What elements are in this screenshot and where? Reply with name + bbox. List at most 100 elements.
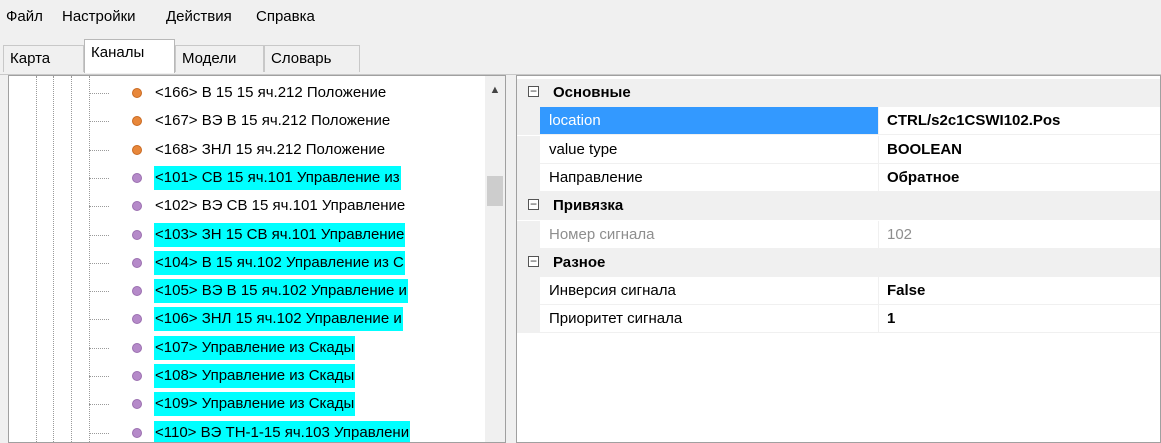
property-gutter xyxy=(517,220,540,249)
property-value-cell[interactable]: Обратное xyxy=(879,164,1160,192)
tree-item-label[interactable]: <102> ВЭ СВ 15 яч.101 Управление xyxy=(154,194,406,218)
tree-item-label[interactable]: <106> ЗНЛ 15 яч.102 Управление и xyxy=(154,307,403,332)
property-row[interactable]: Приоритет сигнала 1 xyxy=(517,305,1160,334)
property-row[interactable]: value type BOOLEAN xyxy=(517,135,1160,164)
orange-circle-icon xyxy=(132,116,142,127)
tree-connector xyxy=(89,262,109,264)
tree-connector xyxy=(89,347,109,349)
property-value: Обратное xyxy=(887,168,960,186)
tree-connector xyxy=(89,404,109,406)
tab-channels-label: Каналы xyxy=(91,44,145,61)
tree-item[interactable]: <102> ВЭ СВ 15 яч.101 Управление xyxy=(9,192,489,220)
tree-item-label[interactable]: <168> ЗНЛ 15 яч.212 Положение xyxy=(154,138,386,162)
orange-circle-icon xyxy=(132,88,142,98)
property-value-cell[interactable]: CTRL/s2c1CSWI102.Pos xyxy=(879,107,1160,136)
tab-map[interactable]: Карта xyxy=(3,45,84,72)
tree-item-label[interactable]: <105> ВЭ В 15 яч.102 Управление и xyxy=(154,279,408,304)
property-gutter xyxy=(517,107,540,136)
property-row[interactable]: Направление Обратное xyxy=(517,163,1160,192)
menu-settings[interactable]: Настройки xyxy=(62,8,136,25)
property-name-cell[interactable]: Приоритет сигнала xyxy=(540,305,879,334)
scroll-up-arrow-icon[interactable]: ▲ xyxy=(489,84,501,96)
property-row[interactable]: location CTRL/s2c1CSWI102.Pos xyxy=(517,107,1160,136)
property-value: 102 xyxy=(887,225,913,243)
property-name: location xyxy=(549,112,601,130)
property-value-cell[interactable]: False xyxy=(879,277,1160,306)
property-name-cell[interactable]: Инверсия сигнала xyxy=(540,277,879,306)
tree-item-label[interactable]: <107> Управление из Скады xyxy=(154,335,356,360)
channel-tree[interactable]: <166> В 15 15 яч.212 Положение <167> ВЭ В… xyxy=(8,75,506,443)
property-name: Направление xyxy=(549,168,643,186)
property-category: − Привязка xyxy=(517,192,1160,221)
purple-circle-icon xyxy=(132,314,142,325)
property-grid: − Основные location CTRL/s2c1CSWI102.Pos val… xyxy=(516,75,1161,443)
property-value: False xyxy=(887,282,926,300)
tree-item[interactable]: <166> В 15 15 яч.212 Положение xyxy=(9,79,489,107)
property-name-cell[interactable]: value type xyxy=(540,135,879,164)
tree-item[interactable]: <106> ЗНЛ 15 яч.102 Управление и xyxy=(9,305,489,333)
tree-item[interactable]: <101> СВ 15 яч.101 Управление из xyxy=(9,164,489,192)
tree-item-label[interactable]: <109> Управление из Скады xyxy=(154,392,356,417)
tree-item-label[interactable]: <101> СВ 15 яч.101 Управление из xyxy=(154,165,401,190)
property-value-cell[interactable]: 1 xyxy=(879,305,1160,334)
property-value-cell[interactable]: BOOLEAN xyxy=(879,136,1160,164)
menu-help[interactable]: Справка xyxy=(256,8,315,25)
tree-item[interactable]: <107> Управление из Скады xyxy=(9,334,489,362)
tab-strip: Карта Каналы Модели Словарь xyxy=(0,34,1161,75)
tab-channels[interactable]: Каналы xyxy=(84,39,175,73)
tree-connector xyxy=(89,319,109,321)
tab-dictionary-label: Словарь xyxy=(271,50,332,67)
scroll-thumb[interactable] xyxy=(487,176,503,206)
tree-connector xyxy=(89,376,109,377)
tree-connector xyxy=(89,291,109,293)
menu-actions[interactable]: Действия xyxy=(166,8,232,25)
property-name-cell[interactable]: location xyxy=(540,107,879,136)
property-row[interactable]: Инверсия сигнала False xyxy=(517,277,1160,306)
tree-item-label[interactable]: <166> В 15 15 яч.212 Положение xyxy=(154,81,387,105)
tree-item[interactable]: <168> ЗНЛ 15 яч.212 Положение xyxy=(9,136,489,164)
collapse-icon[interactable]: − xyxy=(528,255,539,267)
tree-item[interactable]: <110> ВЭ ТН-1-15 яч.103 Управлени xyxy=(9,419,489,442)
tree-connector xyxy=(89,149,109,151)
tree-item[interactable]: <104> В 15 яч.102 Управление из С xyxy=(9,249,489,277)
property-category: − Основные xyxy=(517,79,1160,107)
property-name: Приоритет сигнала xyxy=(549,310,683,328)
property-name-cell[interactable]: Направление xyxy=(540,163,879,192)
tree-scrollbar[interactable]: ▲ xyxy=(485,76,505,442)
tab-dictionary[interactable]: Словарь xyxy=(264,45,360,72)
orange-circle-icon xyxy=(132,144,142,155)
tree-item[interactable]: <105> ВЭ В 15 яч.102 Управление и xyxy=(9,277,489,305)
tree-item-label[interactable]: <104> В 15 яч.102 Управление из С xyxy=(154,250,405,275)
tree-item[interactable]: <103> ЗН 15 СВ яч.101 Управление xyxy=(9,221,489,249)
purple-circle-icon xyxy=(132,399,142,410)
collapse-icon[interactable]: − xyxy=(528,85,539,97)
collapse-icon[interactable]: − xyxy=(528,198,539,211)
tree-item[interactable]: <167> ВЭ В 15 яч.212 Положение xyxy=(9,107,489,135)
tree-item-label[interactable]: <110> ВЭ ТН-1-15 яч.103 Управлени xyxy=(154,420,411,442)
tab-models[interactable]: Модели xyxy=(175,45,264,72)
tree-item[interactable]: <108> Управление из Скады xyxy=(9,362,489,390)
tree-connector xyxy=(89,234,109,236)
property-name-cell[interactable]: Номер сигнала xyxy=(540,220,879,249)
property-row[interactable]: Номер сигнала 102 xyxy=(517,220,1160,249)
property-value: CTRL/s2c1CSWI102.Pos xyxy=(887,112,1061,130)
property-value: BOOLEAN xyxy=(887,140,962,158)
pane-splitter[interactable] xyxy=(506,75,516,443)
tree-item-label[interactable]: <167> ВЭ В 15 яч.212 Положение xyxy=(154,109,391,133)
menu-bar: Файл Настройки Действия Справка xyxy=(0,0,1161,34)
property-value-cell[interactable]: 102 xyxy=(879,221,1160,249)
property-category-label: Основные xyxy=(553,84,631,101)
property-value: 1 xyxy=(887,310,896,328)
tree-connector xyxy=(89,177,109,179)
tree-connector xyxy=(89,432,109,434)
tree-item-label[interactable]: <103> ЗН 15 СВ яч.101 Управление xyxy=(154,222,406,247)
tab-models-label: Модели xyxy=(182,50,237,67)
purple-circle-icon xyxy=(132,257,142,268)
property-gutter xyxy=(517,135,540,164)
purple-circle-icon xyxy=(132,172,142,183)
property-name: Номер сигнала xyxy=(549,225,655,243)
tree-item-label[interactable]: <108> Управление из Скады xyxy=(154,364,356,388)
property-gutter xyxy=(517,277,540,306)
tree-item[interactable]: <109> Управление из Скады xyxy=(9,390,489,418)
menu-file[interactable]: Файл xyxy=(6,8,43,25)
